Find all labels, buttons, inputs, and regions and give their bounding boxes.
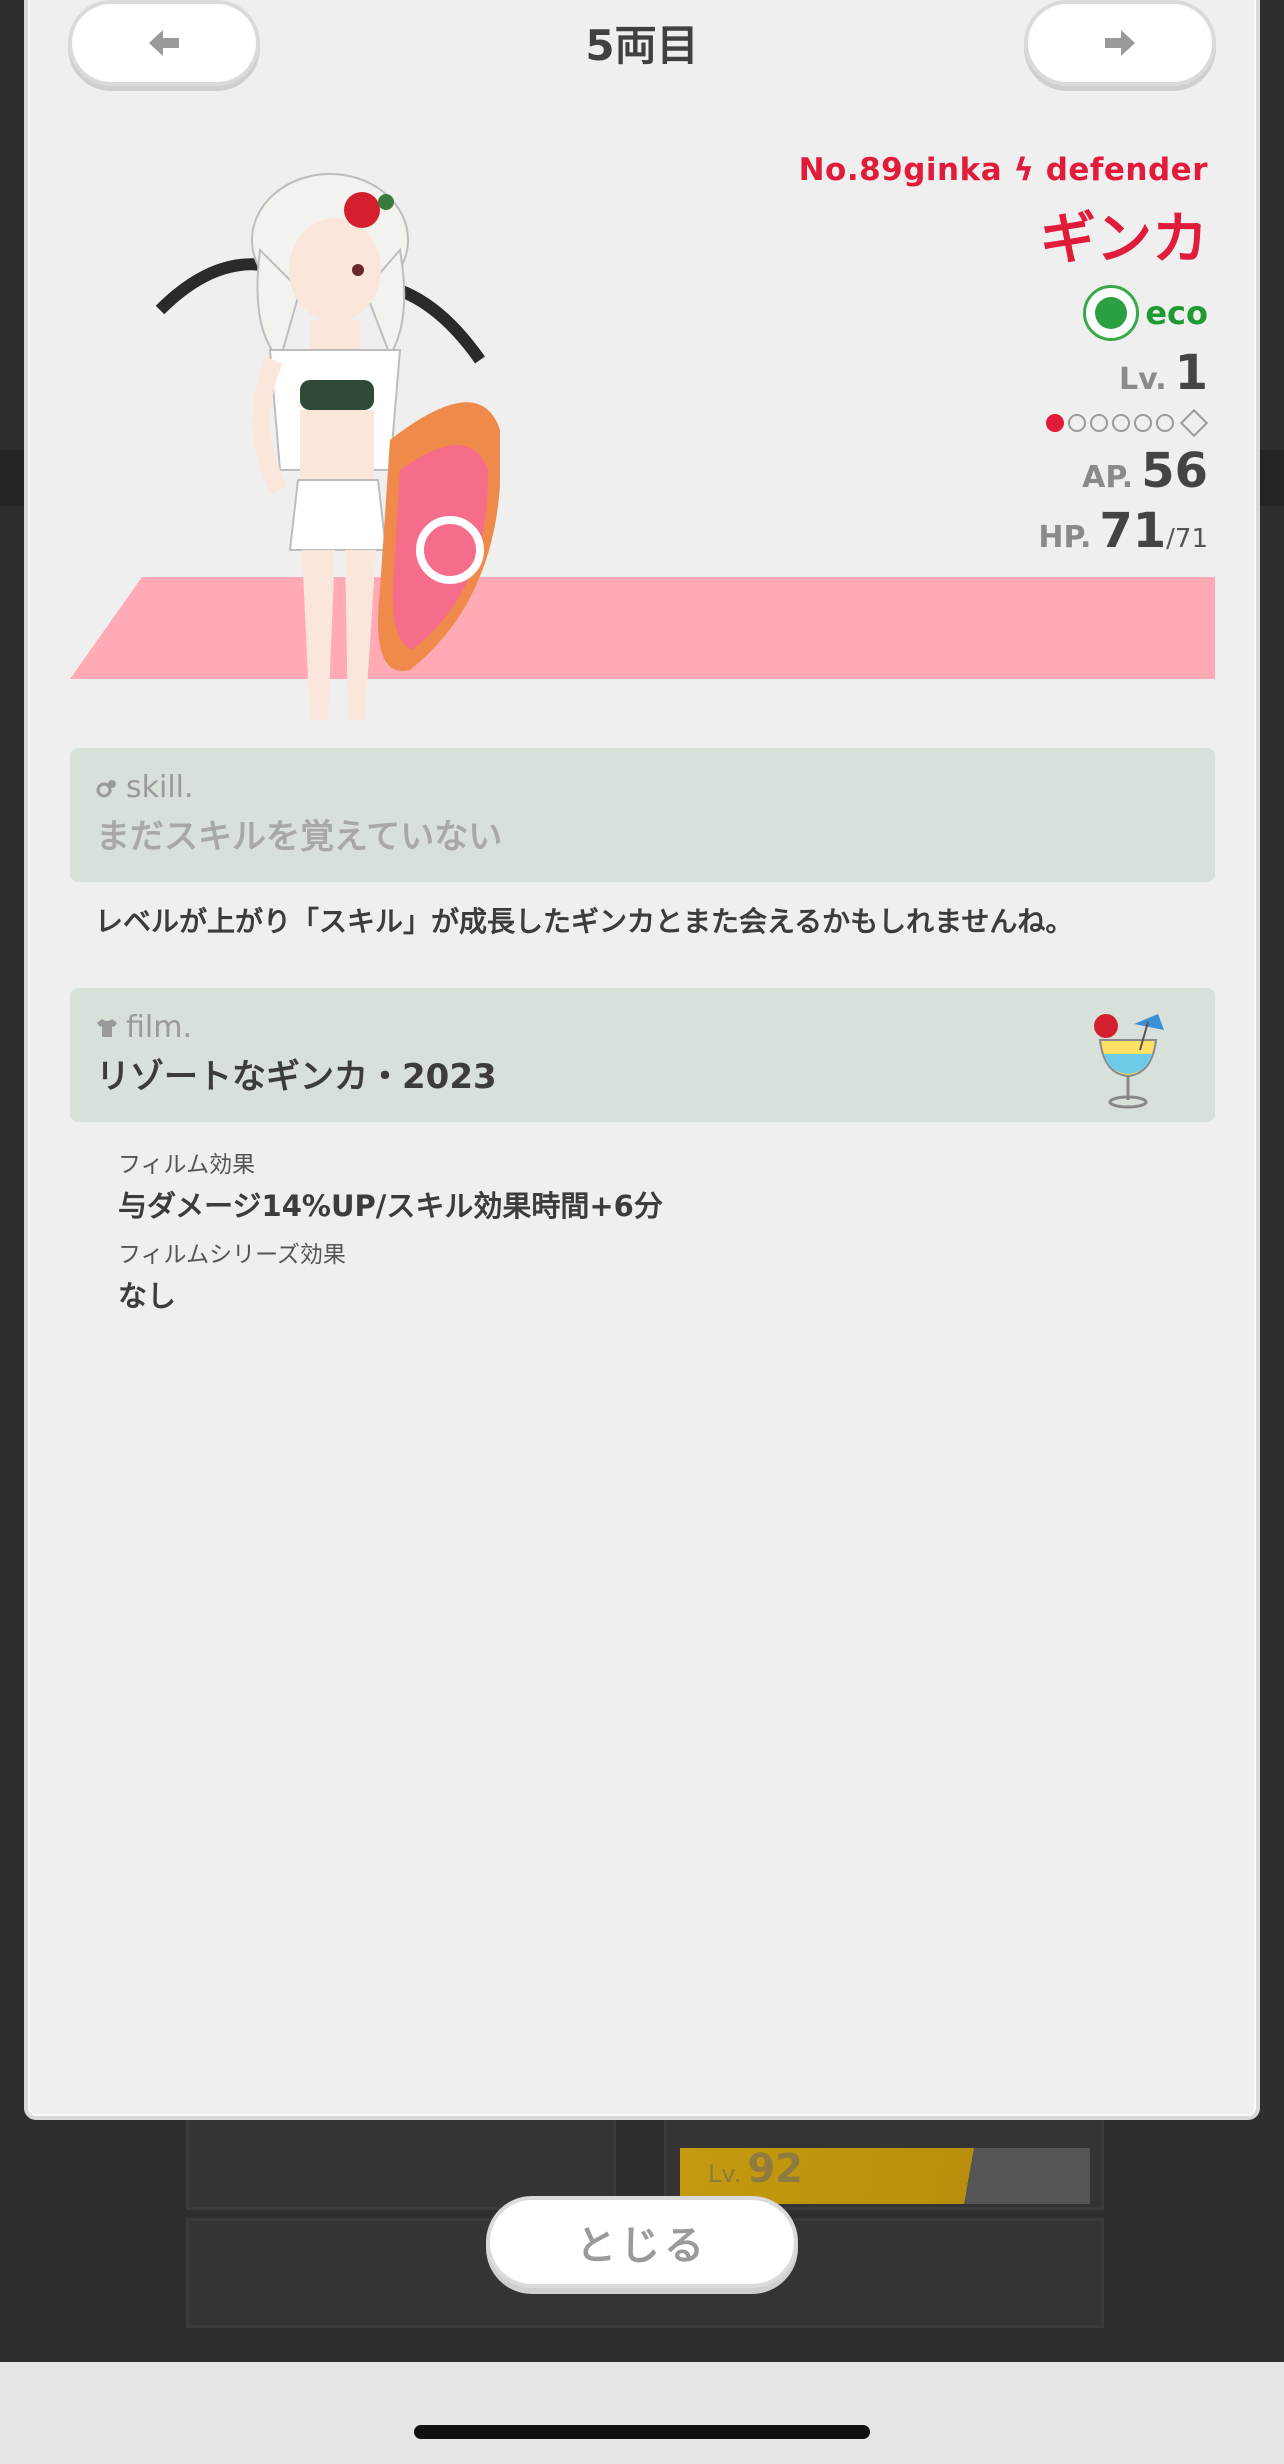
tropical-drink-icon xyxy=(1094,1014,1164,1109)
skill-label-row: skill. xyxy=(96,770,1189,805)
film-effect: フィルム効果 与ダメージ14%UP/スキル効果時間+6分 xyxy=(118,1145,663,1225)
level-value: 1 xyxy=(1174,345,1208,401)
film-label-row: film. xyxy=(96,1010,1189,1045)
rank-dot-empty xyxy=(1090,414,1108,432)
film-effect-label: フィルム効果 xyxy=(118,1152,256,1178)
attribute-badge: eco xyxy=(799,285,1208,341)
rank-dots xyxy=(799,408,1209,438)
rank-diamond-icon xyxy=(1179,408,1209,438)
skill-label: skill. xyxy=(126,770,194,805)
close-button[interactable]: とじる xyxy=(486,2196,798,2288)
skill-value: まだスキルを覚えていない xyxy=(96,817,503,857)
character-stats: No.89ginka ϟ defender ギンカ eco Lv. 1 AP. 56… xyxy=(798,152,1209,559)
character-name: ギンカ xyxy=(1040,207,1208,272)
ap-row: AP. 56 xyxy=(1082,443,1208,499)
film-effect-value: 与ダメージ14%UP/スキル効果時間+6分 xyxy=(118,1189,663,1223)
character-code: No.89ginka ϟ defender xyxy=(798,152,1208,188)
rank-dot-empty xyxy=(1068,414,1086,432)
level-row: Lv. 1 xyxy=(1118,345,1208,401)
background-cell xyxy=(186,2110,616,2210)
skill-note: レベルが上がり「スキル」が成長したギンカとまた会えるかもしれませんね。 xyxy=(95,905,1074,938)
rank-dot-filled xyxy=(1046,414,1064,432)
character-illustration xyxy=(155,173,500,720)
arrow-right-icon xyxy=(1105,30,1135,56)
ap-value: 56 xyxy=(1141,443,1208,499)
hp-row: HP. 71/71 xyxy=(1038,503,1208,559)
bottom-bar xyxy=(0,2362,1284,2464)
film-series-effect-label: フィルムシリーズ効果 xyxy=(118,1242,346,1268)
skill-panel: skill. まだスキルを覚えていない xyxy=(70,748,1215,882)
hp-max: /71 xyxy=(1166,524,1208,554)
home-indicator[interactable] xyxy=(414,2425,870,2439)
shirt-icon xyxy=(97,1018,117,1037)
rank-dot-empty xyxy=(1156,414,1174,432)
background-card-level: Lv. 92 xyxy=(708,2146,804,2192)
rank-dot-empty xyxy=(1112,414,1130,432)
film-panel: film. リゾートなギンカ・2023 xyxy=(70,988,1215,1122)
attribute-label: eco xyxy=(1145,294,1208,332)
hp-value: 71 xyxy=(1099,503,1167,559)
film-label: film. xyxy=(126,1010,192,1045)
film-series-effect-value: なし xyxy=(118,1279,177,1313)
film-series-effect: フィルムシリーズ効果 なし xyxy=(118,1235,346,1315)
rank-dot-empty xyxy=(1134,414,1152,432)
skill-icon xyxy=(96,779,116,797)
film-value: リゾートなギンカ・2023 xyxy=(96,1057,497,1097)
eco-icon xyxy=(1083,285,1140,341)
next-button[interactable] xyxy=(1024,0,1216,86)
